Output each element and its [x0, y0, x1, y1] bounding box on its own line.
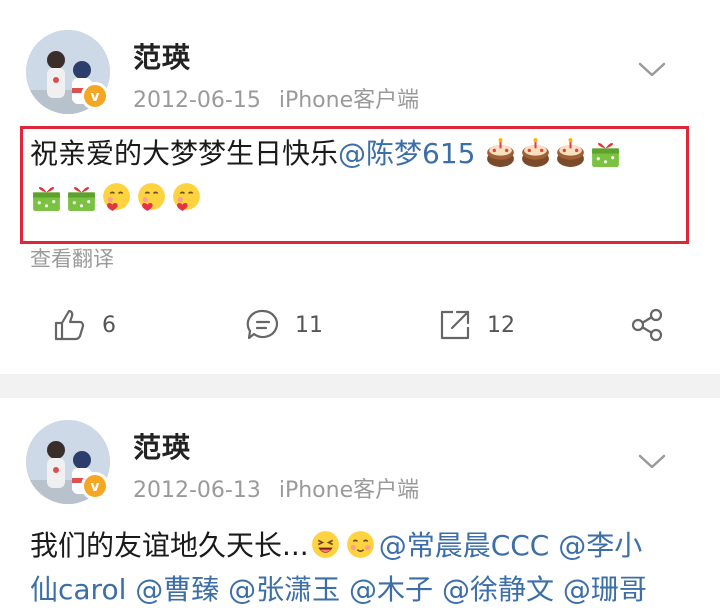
shy-smile-emoji-icon	[344, 529, 379, 562]
repost-button[interactable]: 12	[437, 300, 515, 350]
weibo-post-card: v 范瑛 2012-06-13 iPhone客户端 我们的友谊地久天长... @常晨…	[0, 398, 720, 613]
comment-icon	[246, 309, 279, 340]
chevron-down-icon[interactable]	[636, 60, 668, 80]
weibo-post-card: v 范瑛 2012-06-15 iPhone客户端 祝亲爱的大梦梦生日快乐@陈梦6…	[0, 0, 720, 374]
verified-badge-icon: v	[81, 82, 109, 110]
share-nodes-icon	[631, 308, 663, 342]
like-count: 6	[102, 312, 116, 338]
post-source: iPhone客户端	[278, 478, 420, 503]
post-meta: 2012-06-13 iPhone客户端	[133, 472, 419, 504]
mention-links[interactable]: 仙carol @曹臻 @张潇玉 @木子 @徐静文 @珊哥	[30, 573, 647, 606]
cake-emoji-icon	[484, 137, 519, 170]
post-date: 2012-06-13	[133, 478, 261, 503]
cake-emoji-icon	[554, 137, 589, 170]
share-out-icon	[440, 310, 470, 340]
post-text: 我们的友谊地久天长... @常晨晨CCC @李小 仙carol @曹臻 @张潇玉 …	[30, 524, 684, 612]
post-text-body: 祝亲爱的大梦梦生日快乐	[30, 137, 339, 170]
kiss-emoji-icon	[135, 181, 170, 214]
author-name[interactable]: 范瑛	[133, 426, 191, 466]
thumbs-up-icon	[54, 309, 85, 341]
post-text-body: 我们的友谊地久天长...	[30, 529, 309, 562]
laughing-emoji-icon	[309, 529, 344, 562]
repost-count: 12	[487, 312, 515, 338]
svg-text:v: v	[90, 89, 99, 105]
gift-emoji-icon	[589, 137, 624, 170]
like-button[interactable]: 6	[52, 300, 116, 350]
gift-emoji-icon	[30, 181, 65, 214]
mention-link[interactable]: @陈梦615	[338, 137, 475, 170]
author-name[interactable]: 范瑛	[133, 36, 191, 76]
comment-count: 11	[295, 312, 323, 338]
post-text: 祝亲爱的大梦梦生日快乐@陈梦615	[30, 132, 684, 220]
share-button[interactable]	[629, 300, 679, 350]
svg-text:v: v	[90, 479, 99, 495]
gift-emoji-icon	[65, 181, 100, 214]
action-bar: 6 11 12	[0, 300, 720, 350]
kiss-emoji-icon	[100, 181, 135, 214]
post-date: 2012-06-15	[133, 88, 261, 113]
verified-badge-icon: v	[81, 472, 109, 500]
post-source: iPhone客户端	[278, 88, 420, 113]
translate-link[interactable]: 查看翻译	[30, 243, 114, 273]
mention-links[interactable]: @常晨晨CCC @李小	[379, 529, 643, 562]
comment-button[interactable]: 11	[245, 300, 323, 350]
post-meta: 2012-06-15 iPhone客户端	[133, 82, 419, 114]
cake-emoji-icon	[519, 137, 554, 170]
chevron-down-icon[interactable]	[636, 452, 668, 472]
kiss-emoji-icon	[170, 181, 205, 214]
